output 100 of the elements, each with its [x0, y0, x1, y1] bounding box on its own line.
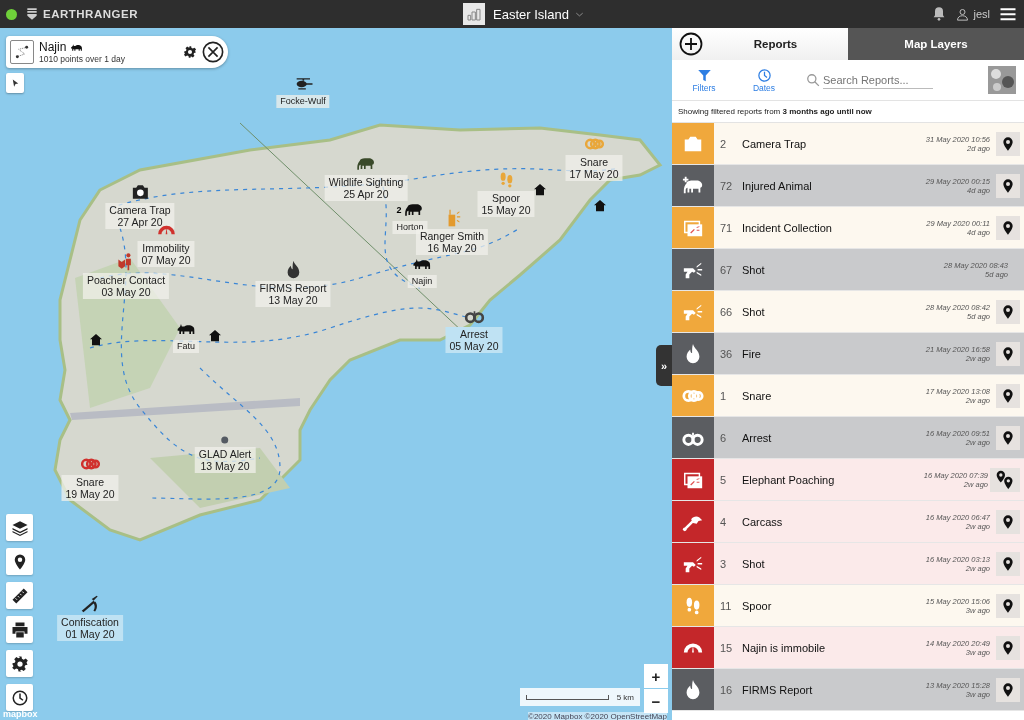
- map-label[interactable]: Snare 19 May 20: [61, 475, 119, 501]
- buildings-icon: [466, 6, 482, 22]
- pin-tool-button[interactable]: [6, 548, 33, 575]
- locate-button[interactable]: [996, 425, 1020, 450]
- close-icon: [202, 41, 224, 63]
- map-label[interactable]: Arrest 05 May 20: [445, 327, 503, 353]
- map-label[interactable]: Confiscation 01 May 20: [57, 615, 123, 641]
- search-icon: [806, 73, 820, 87]
- filters-button[interactable]: Filters: [680, 67, 728, 93]
- report-number: 2: [720, 137, 728, 150]
- pin-icon: [1000, 219, 1016, 236]
- locate-button[interactable]: [990, 467, 1020, 492]
- printer-icon: [10, 620, 29, 639]
- map-label[interactable]: Focke-Wulf: [276, 95, 330, 108]
- pin-icon: [1000, 429, 1016, 446]
- map-thumbnail[interactable]: [988, 66, 1016, 94]
- report-number: 16: [720, 683, 734, 696]
- report-title: Incident Collection: [742, 221, 833, 234]
- house-icon: [532, 182, 548, 198]
- settings-tool-button[interactable]: [6, 650, 33, 677]
- layers-tool-button[interactable]: [6, 514, 33, 541]
- user-menu-button[interactable]: jesl: [955, 6, 990, 22]
- report-title: Spoor: [742, 599, 773, 612]
- report-number: 4: [720, 515, 728, 528]
- ruler-icon: [10, 586, 29, 605]
- map-label[interactable]: GLAD Alert 13 May 20: [194, 447, 256, 473]
- scale-label: 5 km: [616, 692, 634, 702]
- map-label[interactable]: Snare 17 May 20: [565, 155, 623, 181]
- locate-button[interactable]: [996, 341, 1020, 366]
- report-title: Shot: [742, 557, 766, 570]
- locate-button[interactable]: [996, 677, 1020, 702]
- report-title: Arrest: [742, 431, 773, 444]
- report-title: Snare: [742, 389, 773, 402]
- zoom-in-button[interactable]: +: [644, 664, 668, 688]
- layers-icon: [10, 518, 29, 537]
- pins-icon: [995, 469, 1015, 490]
- map-label[interactable]: Spoor 15 May 20: [477, 191, 535, 217]
- map-label[interactable]: Camera Trap 27 Apr 20: [105, 203, 175, 229]
- map-thumbnail-button[interactable]: [463, 3, 485, 25]
- collapse-button[interactable]: »: [656, 345, 672, 386]
- house-icon: [88, 332, 104, 348]
- zoom-out-button[interactable]: −: [644, 689, 668, 713]
- cursor-button[interactable]: [6, 73, 24, 93]
- pin-icon: [1000, 639, 1016, 656]
- panel-tab[interactable]: Map Layers: [848, 28, 1024, 60]
- map-label[interactable]: Fatu: [173, 340, 199, 353]
- dotted-path-icon: [14, 44, 30, 60]
- pin-icon: [1000, 681, 1016, 698]
- settings-button[interactable]: [183, 45, 197, 59]
- locate-button[interactable]: [996, 383, 1020, 408]
- map-label[interactable]: Ranger Smith 16 May 20: [415, 229, 489, 255]
- pin-icon: [1000, 387, 1016, 404]
- clock-icon: [10, 688, 29, 707]
- map-label[interactable]: FIRMS Report 13 May 20: [255, 281, 331, 307]
- map-label[interactable]: Wildlife Sighting 25 Apr 20: [324, 175, 408, 201]
- pin-icon: [1000, 303, 1016, 320]
- map-label[interactable]: Najin: [407, 275, 437, 288]
- clock-tool-button[interactable]: [6, 684, 33, 711]
- report-title: Shot: [742, 305, 766, 318]
- count-label: 2: [396, 205, 402, 215]
- printer-tool-button[interactable]: [6, 616, 33, 643]
- locate-button[interactable]: [996, 635, 1020, 660]
- pin-icon: [1000, 555, 1016, 572]
- report-title: Najin is immobile: [742, 641, 827, 654]
- report-title: Elephant Poaching: [742, 473, 836, 486]
- locate-button[interactable]: [996, 215, 1020, 240]
- map-attribution: ©2020 Mapbox ©2020 OpenStreetMap: [528, 712, 667, 720]
- locate-button[interactable]: [996, 551, 1020, 576]
- report-number: 15: [720, 641, 734, 654]
- pin-icon: [1000, 177, 1016, 194]
- pin-icon: [1000, 345, 1016, 362]
- brand-name: EARTHRANGER: [43, 8, 138, 20]
- locate-button[interactable]: [996, 131, 1020, 156]
- track-name: Najin: [39, 40, 67, 54]
- pin-icon: [1000, 513, 1016, 530]
- report-title: Carcass: [742, 515, 784, 528]
- locate-button[interactable]: [996, 593, 1020, 618]
- report-title: Fire: [742, 347, 762, 360]
- report-number: 11: [720, 599, 733, 612]
- house-icon: [592, 198, 608, 214]
- report-number: 66: [720, 305, 734, 318]
- settings-icon: [183, 45, 197, 59]
- map-label[interactable]: Poacher Contact 03 May 20: [82, 273, 170, 299]
- locate-button[interactable]: [996, 173, 1020, 198]
- dates-button[interactable]: Dates: [740, 67, 788, 93]
- ruler-tool-button[interactable]: [6, 582, 33, 609]
- report-title: Camera Trap: [742, 137, 808, 150]
- plus-icon: [679, 32, 703, 56]
- map-selector[interactable]: Easter Island: [493, 6, 585, 22]
- shield-icon: [25, 7, 39, 21]
- locate-button[interactable]: [996, 509, 1020, 534]
- pin-icon: [1000, 135, 1016, 152]
- report-number: 36: [720, 347, 734, 360]
- report-number: 67: [720, 263, 734, 276]
- close-button[interactable]: [202, 41, 224, 63]
- report-title: Injured Animal: [742, 179, 813, 192]
- locate-button[interactable]: [996, 299, 1020, 324]
- map-label[interactable]: Immobility 07 May 20: [137, 241, 195, 267]
- clock-icon: [756, 67, 772, 83]
- report-number: 3: [720, 557, 728, 570]
